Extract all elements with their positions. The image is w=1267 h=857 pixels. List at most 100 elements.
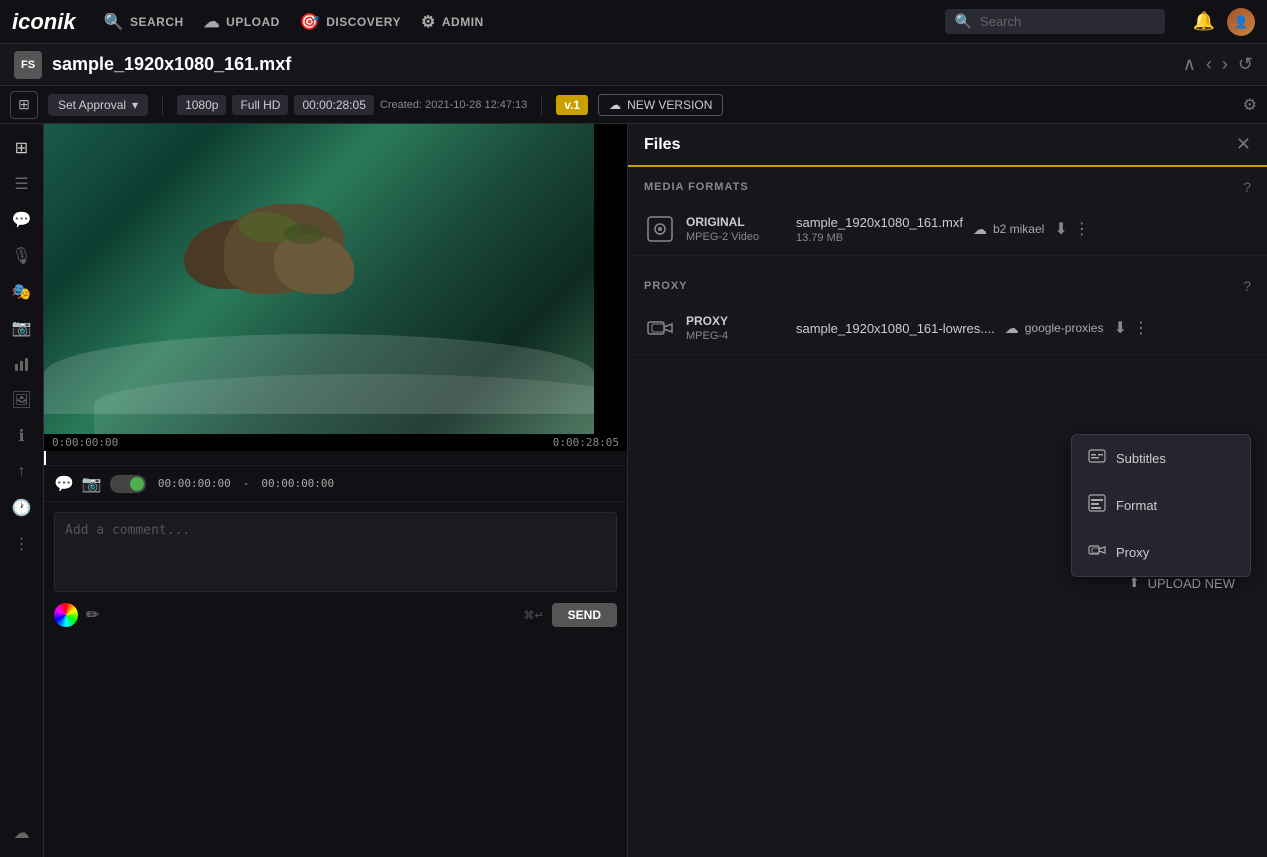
file-header: FS sample_1920x1080_161.mxf ∧ ‹ › ↺ — [0, 44, 1267, 86]
video-player[interactable] — [44, 124, 627, 434]
duration-badge: 00:00:28:05 — [294, 95, 373, 115]
original-codec: MPEG-2 Video — [686, 231, 786, 243]
timecode-start: 0:00:00:00 — [52, 436, 118, 449]
quality-badge: Full HD — [232, 95, 288, 115]
nav-search[interactable]: 🔍 SEARCH — [104, 12, 184, 32]
sidebar-icon-mask[interactable]: 🎭 — [6, 276, 38, 308]
range-end-timecode: 00:00:00:00 — [261, 477, 334, 490]
dropdown-proxy[interactable]: Proxy — [1072, 529, 1250, 576]
sidebar-icon-chart[interactable] — [6, 348, 38, 380]
proxy-file-icon — [644, 312, 676, 344]
global-search-bar[interactable]: 🔍 — [945, 9, 1165, 34]
created-info: Created: 2021-10-28 12:47:13 — [380, 99, 527, 111]
dropdown-subtitles[interactable]: Subtitles — [1072, 435, 1250, 482]
proxy-file-row: PROXY MPEG-4 sample_1920x1080_161-lowres… — [628, 302, 1267, 355]
proxy-section-header: PROXY ? — [628, 266, 1267, 302]
original-filename: sample_1920x1080_161.mxf — [796, 215, 963, 230]
upload-version-icon: ☁ — [609, 98, 621, 112]
fs-badge: FS — [14, 51, 42, 79]
timeline-progress-indicator — [44, 451, 46, 465]
proxy-cloud-label: google-proxies — [1025, 321, 1104, 335]
nav-admin[interactable]: ⚙ ADMIN — [421, 12, 484, 32]
comment-footer: ✏ ⌘↵ SEND — [54, 603, 617, 627]
original-file-info: ORIGINAL MPEG-2 Video — [686, 215, 786, 243]
send-comment-button[interactable]: SEND — [552, 603, 617, 627]
panel-close-icon[interactable]: ✕ — [1236, 134, 1251, 155]
resolution-badge: 1080p — [177, 95, 226, 115]
collapse-up-icon[interactable]: ∧ — [1183, 54, 1196, 75]
user-avatar[interactable]: 👤 — [1227, 8, 1255, 36]
dropdown-format[interactable]: Format — [1072, 482, 1250, 529]
proxy-icon — [1088, 541, 1106, 564]
proxy-dropdown-label: Proxy — [1116, 545, 1149, 560]
more-options-icon[interactable]: ⋮ — [1074, 219, 1090, 239]
content-area: 0:00:00:00 0:00:28:05 💬 📷 00:00:00:00 - … — [44, 124, 627, 857]
proxy-cloud-info: ☁ google-proxies — [1005, 320, 1104, 337]
original-filename-col: sample_1920x1080_161.mxf 13.79 MB — [796, 215, 963, 244]
left-sidebar: ⊞ ☰ 💬 🎙 🎭 📷 🖼 ℹ ↑ 🕐 ⋮ ☁ — [0, 124, 44, 857]
refresh-icon[interactable]: ↺ — [1238, 54, 1253, 75]
sidebar-icon-clock[interactable]: 🕐 — [6, 492, 38, 524]
next-icon[interactable]: › — [1222, 54, 1228, 75]
proxy-help-icon[interactable]: ? — [1243, 278, 1251, 294]
chart-icon-svg — [14, 356, 30, 372]
subtitles-icon — [1088, 447, 1106, 470]
range-start-timecode: 00:00:00:00 — [158, 477, 231, 490]
toggle-knob — [130, 477, 144, 491]
file-title: sample_1920x1080_161.mxf — [52, 54, 291, 75]
proxy-download-icon[interactable]: ⬇ — [1113, 318, 1126, 338]
view-toggle-icon[interactable]: ⊞ — [10, 91, 38, 119]
proxy-codec: MPEG-4 — [686, 330, 786, 342]
sidebar-icon-voice[interactable]: 🎙 — [6, 240, 38, 272]
comment-area: ✏ ⌘↵ SEND — [44, 501, 627, 857]
panel-header: Files ✕ — [628, 124, 1267, 167]
version-badge: v.1 — [556, 95, 588, 115]
top-actions: 🔔 👤 — [1193, 8, 1255, 36]
sidebar-icon-grid[interactable]: ⊞ — [6, 132, 38, 164]
comment-input[interactable] — [54, 512, 617, 592]
sidebar-icon-list[interactable]: ☰ — [6, 168, 38, 200]
upload-new-icon: ⬆ — [1129, 575, 1140, 591]
notifications-icon[interactable]: 🔔 — [1193, 11, 1215, 32]
nav-upload[interactable]: ☁ UPLOAD — [204, 12, 280, 32]
upload-new-label: UPLOAD NEW — [1148, 576, 1235, 591]
original-type-label: ORIGINAL — [686, 215, 786, 229]
settings-icon[interactable]: ⚙ — [1243, 95, 1257, 115]
sidebar-icon-hierarchy[interactable]: ⋮ — [6, 528, 38, 560]
comment-frame-icon[interactable]: 💬 — [54, 474, 74, 494]
sidebar-icon-cloud-upload[interactable]: ☁ — [6, 817, 38, 849]
sidebar-icon-camera[interactable]: 📷 — [6, 312, 38, 344]
new-version-button[interactable]: ☁ NEW VERSION — [598, 94, 723, 116]
sidebar-icon-info[interactable]: ℹ — [6, 420, 38, 452]
color-picker[interactable] — [54, 603, 78, 627]
search-icon: 🔍 — [955, 13, 972, 30]
nav-discovery[interactable]: 🎯 DISCOVERY — [300, 12, 401, 32]
media-formats-help-icon[interactable]: ? — [1243, 179, 1251, 195]
format-icon — [1088, 494, 1106, 517]
divider2 — [541, 95, 542, 115]
original-cloud-info: ☁ b2 mikael — [973, 221, 1044, 238]
camera-frame-icon[interactable]: 📷 — [82, 474, 102, 494]
toggle-track[interactable] — [110, 475, 146, 493]
proxy-cloud-icon: ☁ — [1005, 320, 1019, 337]
files-panel: Files ✕ MEDIA FORMATS ? ORIGINAL MPEG-2 … — [627, 124, 1267, 857]
sidebar-icon-comment[interactable]: 💬 — [6, 204, 38, 236]
sidebar-icon-share[interactable]: ↑ — [6, 456, 38, 488]
approval-label: Set Approval — [58, 98, 126, 112]
pencil-icon[interactable]: ✏ — [86, 605, 99, 625]
download-icon[interactable]: ⬇ — [1054, 219, 1067, 239]
subtitles-label: Subtitles — [1116, 451, 1166, 466]
prev-icon[interactable]: ‹ — [1206, 54, 1212, 75]
timecode-bar: 0:00:00:00 0:00:28:05 — [44, 434, 627, 451]
header-right-actions: ∧ ‹ › ↺ — [1183, 54, 1253, 75]
search-input[interactable] — [980, 14, 1140, 29]
proxy-file-info: PROXY MPEG-4 — [686, 314, 786, 342]
audio-toggle[interactable] — [110, 475, 146, 493]
discovery-nav-icon: 🎯 — [300, 12, 320, 32]
proxy-row-actions: ⬇ ⋮ — [1113, 318, 1148, 338]
approval-dropdown[interactable]: Set Approval ▾ — [48, 94, 148, 116]
proxy-more-options-icon[interactable]: ⋮ — [1133, 318, 1149, 338]
sidebar-icon-image[interactable]: 🖼 — [6, 384, 38, 416]
timeline-scrubber[interactable] — [44, 451, 627, 465]
cloud-storage-icon: ☁ — [973, 221, 987, 238]
